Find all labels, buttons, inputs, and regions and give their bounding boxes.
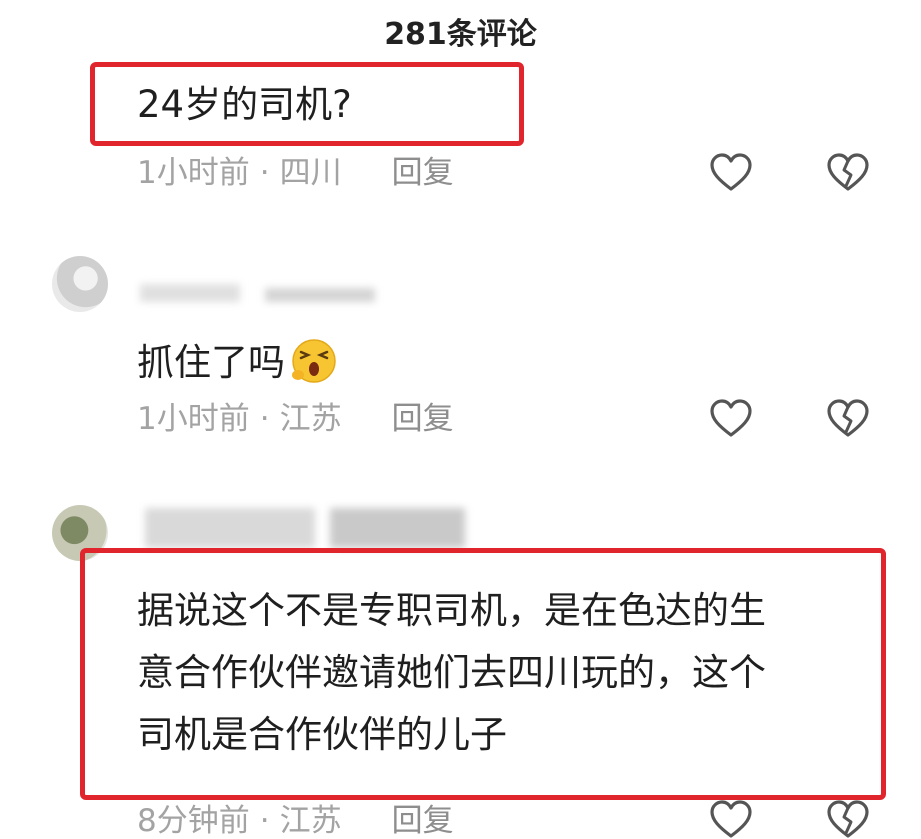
blurred-username: [140, 284, 240, 302]
broken-heart-icon: [827, 399, 869, 437]
dislike-button[interactable]: [826, 800, 870, 839]
comment-3-line: 据说这个不是专职司机，是在色达的生: [137, 589, 766, 632]
heart-icon: [710, 399, 752, 437]
like-button[interactable]: [709, 399, 753, 439]
comment-2-meta: 1小时前 · 江苏 回复: [137, 404, 454, 435]
reply-button[interactable]: 回复: [392, 155, 454, 191]
separator: ·: [259, 401, 270, 437]
broken-heart-icon: [827, 153, 869, 191]
comment-location: 江苏: [279, 401, 342, 437]
avatar[interactable]: [52, 256, 108, 312]
blurred-username: [145, 508, 315, 548]
comment-2-body: 抓住了吗: [137, 341, 285, 384]
heart-icon: [710, 153, 752, 191]
separator: ·: [259, 803, 270, 839]
comment-time: 8分钟前: [137, 803, 250, 839]
comments-count-title: 281条评论: [384, 17, 537, 52]
scream-emoji-icon: [292, 339, 336, 383]
comment-location: 四川: [279, 155, 342, 191]
heart-icon: [710, 800, 752, 838]
blurred-username: [265, 288, 375, 302]
comment-3-meta: 8分钟前 · 江苏 回复: [137, 806, 454, 837]
comment-2-text: 抓住了吗: [137, 335, 339, 385]
comment-3-text: 据说这个不是专职司机，是在色达的生 意合作伙伴邀请她们去四川玩的，这个 司机是合…: [137, 580, 877, 766]
like-button[interactable]: [709, 800, 753, 839]
comment-1-text: 24岁的司机?: [137, 83, 352, 126]
blurred-username: [330, 508, 465, 548]
comment-location: 江苏: [279, 803, 342, 839]
reply-button[interactable]: 回复: [392, 401, 454, 437]
avatar[interactable]: [52, 505, 108, 561]
comment-time: 1小时前: [137, 155, 250, 191]
comment-3-line: 司机是合作伙伴的儿子: [137, 713, 507, 756]
comment-time: 1小时前: [137, 401, 250, 437]
reply-button[interactable]: 回复: [392, 803, 454, 839]
broken-heart-icon: [827, 800, 869, 838]
dislike-button[interactable]: [826, 153, 870, 193]
comment-3-line: 意合作伙伴邀请她们去四川玩的，这个: [137, 651, 766, 694]
like-button[interactable]: [709, 153, 753, 193]
dislike-button[interactable]: [826, 399, 870, 439]
separator: ·: [259, 155, 270, 191]
comment-1-meta: 1小时前 · 四川 回复: [137, 158, 454, 189]
